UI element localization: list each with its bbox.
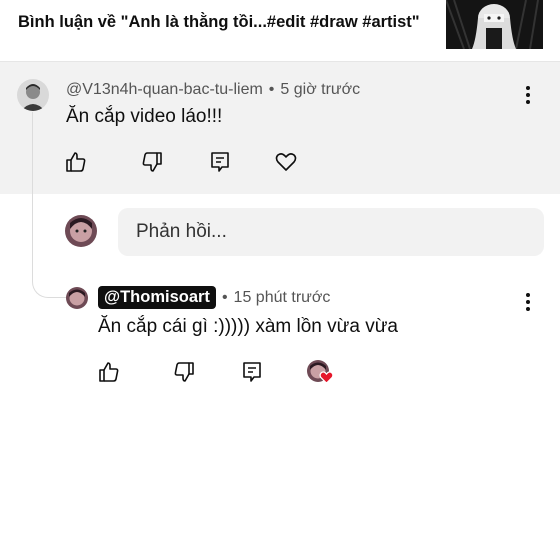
thread-connector: [32, 112, 66, 298]
reply-meta: @Thomisoart • 15 phút trước: [98, 286, 330, 309]
meta-separator: •: [221, 289, 228, 306]
comments-title: Bình luận về "Anh là thằng tồi...#edit #…: [18, 13, 420, 31]
dislike-icon[interactable]: [172, 360, 196, 384]
heart-icon[interactable]: [274, 150, 298, 174]
current-user-avatar: [65, 215, 97, 247]
video-thumbnail[interactable]: [446, 0, 543, 49]
creator-handle-chip[interactable]: @Thomisoart: [98, 286, 216, 309]
reply-placeholder: Phản hồi...: [136, 221, 227, 242]
like-icon[interactable]: [64, 150, 88, 174]
more-vert-icon[interactable]: [516, 290, 540, 314]
reply-author-avatar[interactable]: [66, 287, 88, 309]
reply-icon[interactable]: [240, 360, 264, 384]
reply-text: Ăn cắp cái gì :))))) xàm lồn vừa vừa: [98, 316, 398, 337]
dislike-icon[interactable]: [140, 150, 164, 174]
comment-time: 5 giờ trước: [280, 81, 361, 98]
creator-heart-icon: [319, 370, 334, 385]
reply-icon[interactable]: [208, 150, 232, 174]
comment-author[interactable]: @V13n4h-quan-bac-tu-liem: [66, 81, 263, 98]
comment-text: Ăn cắp video láo!!!: [66, 106, 223, 127]
like-icon[interactable]: [97, 360, 121, 384]
reply-time: 15 phút trước: [233, 289, 331, 306]
comment-meta: @V13n4h-quan-bac-tu-liem • 5 giờ trước: [66, 81, 360, 99]
more-vert-icon[interactable]: [516, 83, 540, 107]
comments-header: Bình luận về "Anh là thằng tồi...#edit #…: [0, 0, 560, 58]
meta-separator: •: [268, 81, 275, 98]
commenter-avatar[interactable]: [17, 79, 49, 111]
reply-input[interactable]: Phản hồi...: [118, 208, 544, 256]
